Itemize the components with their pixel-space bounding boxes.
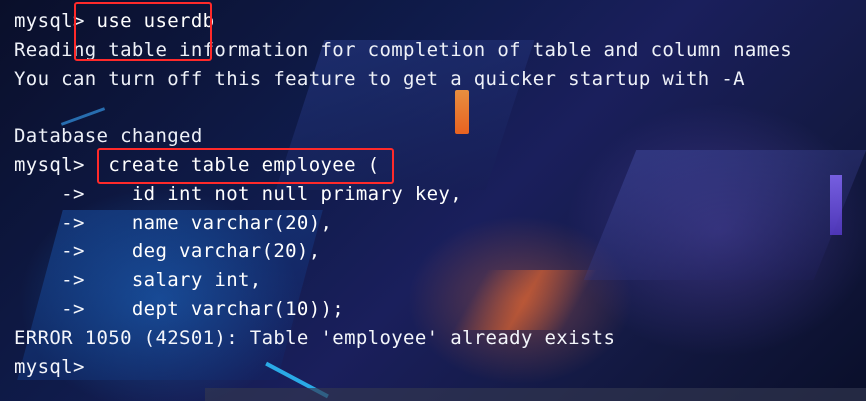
error-line: ERROR 1050 (42S01): Table 'employee' alr… <box>14 324 792 353</box>
mysql-prompt: mysql> <box>14 355 97 378</box>
continuation-line: -> name varchar(20), <box>14 209 792 238</box>
command-text: deg varchar(20), <box>131 240 321 263</box>
command-line-create-table: mysql> create table employee ( <box>14 151 792 180</box>
continuation-prompt: -> <box>14 211 132 234</box>
background-bar <box>205 388 866 401</box>
active-prompt-line[interactable]: mysql> <box>14 353 792 382</box>
output-line: Database changed <box>14 122 792 151</box>
output-text: Reading table information for completion… <box>14 38 793 61</box>
output-line: Reading table information for completion… <box>14 36 792 65</box>
mysql-prompt: mysql> <box>14 153 109 176</box>
command-text: salary int, <box>131 269 262 292</box>
output-line: You can turn off this feature to get a q… <box>14 65 792 94</box>
command-line-use-db: mysql> use userdb <box>14 7 792 36</box>
continuation-prompt: -> <box>14 240 132 263</box>
error-message: ERROR 1050 (42S01): Table 'employee' alr… <box>14 326 616 349</box>
command-text: create table employee ( <box>108 153 380 176</box>
continuation-prompt: -> <box>14 269 132 292</box>
command-text: id int not null primary key, <box>131 182 462 205</box>
output-text: You can turn off this feature to get a q… <box>14 67 745 90</box>
continuation-prompt: -> <box>14 297 132 320</box>
background-accent <box>830 175 842 235</box>
mysql-prompt: mysql> <box>14 10 97 32</box>
continuation-line: -> dept varchar(10)); <box>14 295 792 324</box>
command-text: use userdb <box>96 10 215 32</box>
terminal-window[interactable]: mysql> use userdb Reading table informat… <box>0 0 866 401</box>
continuation-line: -> deg varchar(20), <box>14 237 792 266</box>
terminal-output[interactable]: mysql> use userdb Reading table informat… <box>14 7 792 381</box>
output-text: Database changed <box>14 125 203 148</box>
continuation-line: -> salary int, <box>14 266 792 295</box>
continuation-line: -> id int not null primary key, <box>14 180 792 209</box>
command-text: name varchar(20), <box>131 211 333 234</box>
continuation-prompt: -> <box>14 182 132 205</box>
command-text: dept varchar(10)); <box>131 297 345 320</box>
